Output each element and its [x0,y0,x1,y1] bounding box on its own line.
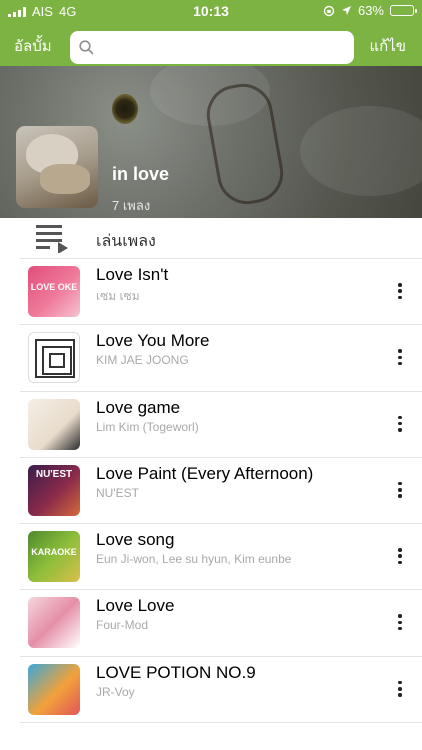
song-artist: NU'EST [96,485,139,500]
search-icon [79,40,94,55]
battery-percent: 63% [357,3,384,18]
lock-rotation-icon [323,5,335,16]
song-row[interactable]: Love You More KIM JAE JOONG [0,325,422,392]
search-bar[interactable] [70,31,354,64]
song-artwork [28,597,80,649]
song-title: Love You More [96,331,210,351]
song-artist: KIM JAE JOONG [96,353,189,368]
battery-icon [390,5,417,16]
song-title: Love Paint (Every Afternoon) [96,463,314,483]
song-row[interactable]: Love game Lim Kim (Togeworl) [0,392,422,458]
song-title: Love Isn't [96,265,169,284]
more-options-icon[interactable] [394,548,406,565]
song-title: Love Love [96,596,175,616]
playlist-play-icon [36,225,68,253]
more-options-icon[interactable] [394,283,406,299]
album-title: in love [112,164,170,184]
song-title: Love song [96,530,175,550]
song-list: LOVE OKE Love Isn't เซม เซม Love You Mor… [0,259,422,724]
song-artist: เซม เซม [96,289,140,303]
artwork-text: LOVE OKE [30,282,78,292]
edit-button[interactable]: แก้ไข [369,34,406,58]
banner-decoration [202,79,288,209]
top-bar: AIS 4G 10:13 63% อัลบั้ม แก้ไข [0,0,422,66]
song-artwork [28,332,80,384]
play-all-label: เล่นเพลง [96,233,156,250]
divider [20,722,422,724]
back-button[interactable]: อัลบั้ม [14,34,52,58]
play-all-row[interactable]: เล่นเพลง [0,218,422,258]
more-options-icon[interactable] [394,415,406,432]
song-artwork [28,398,80,450]
song-artist: Four-Mod [96,618,149,633]
more-options-icon[interactable] [394,481,406,498]
cover-cat-body [40,164,90,194]
song-row[interactable]: NU'EST Love Paint (Every Afternoon) NU'E… [0,458,422,525]
location-icon [341,6,351,15]
more-options-icon[interactable] [394,680,406,697]
song-row[interactable]: Love Love Four-Mod [0,590,422,657]
banner-texture [300,106,422,196]
song-row[interactable]: KARAOKE Love song Eun Ji-won, Lee su hyu… [0,524,422,591]
song-artist: Lim Kim (Togeworl) [96,419,199,434]
song-artwork: NU'EST [28,464,80,516]
status-right: 63% [323,3,417,18]
artwork-text: NU'EST [35,468,73,480]
song-artist: JR-Voy [96,684,135,699]
more-options-icon[interactable] [394,614,406,631]
song-artwork: KARAOKE [28,531,80,583]
song-artwork [28,663,80,715]
song-title: LOVE POTION NO.9 [96,662,256,682]
song-row[interactable]: LOVE OKE Love Isn't เซม เซม [0,259,422,326]
song-title: Love game [96,397,181,417]
album-song-count: 7 เพลง [112,198,151,213]
artwork-maze-pattern [35,339,75,379]
artwork-text: KARAOKE [31,547,77,558]
status-bar: AIS 4G 10:13 63% [0,0,422,22]
song-row[interactable]: LOVE POTION NO.9 JR-Voy [0,657,422,724]
search-input[interactable] [100,37,345,59]
album-header: in love 7 เพลง [0,66,422,218]
cat-eye-image [112,94,138,124]
album-cover [16,126,98,208]
song-artwork: LOVE OKE [28,266,80,317]
more-options-icon[interactable] [394,349,406,366]
song-artist: Eun Ji-won, Lee su hyun, Kim eunbe [96,552,292,567]
